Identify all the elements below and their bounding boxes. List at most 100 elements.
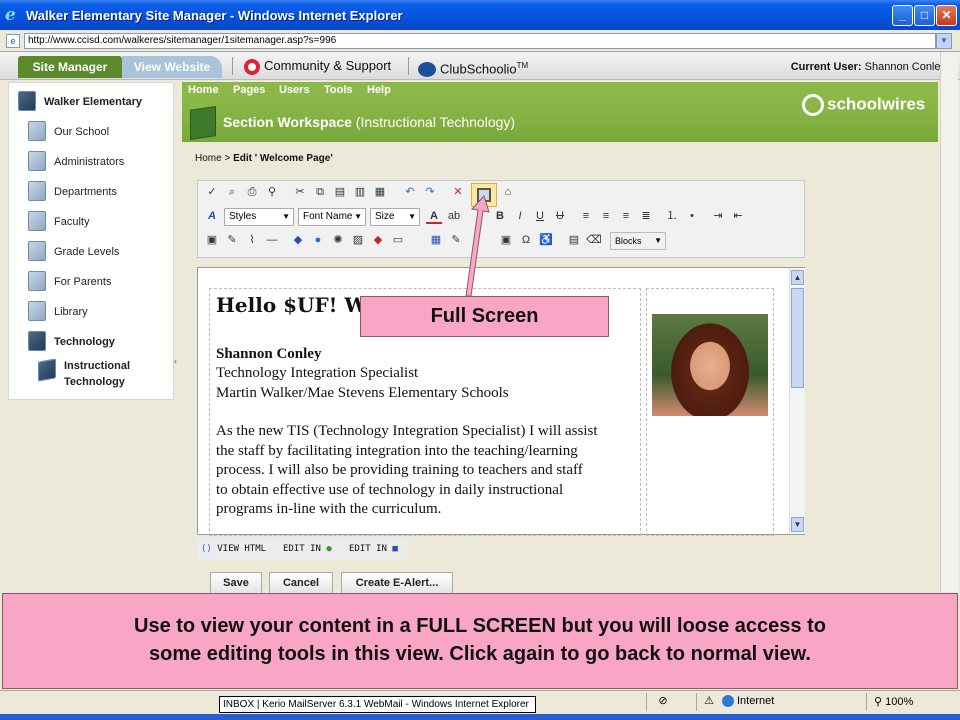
align-left-icon[interactable]: ≡ xyxy=(578,208,594,224)
redo-icon[interactable]: ↷ xyxy=(422,184,438,200)
blocks-select[interactable]: Blocks ▼ xyxy=(610,232,666,250)
eraser-icon[interactable]: ⌫ xyxy=(586,232,602,248)
undo-icon[interactable]: ↶ xyxy=(402,184,418,200)
size-select[interactable]: Size ▼ xyxy=(370,208,420,226)
callout-label: Full Screen xyxy=(360,296,609,337)
attach-icon[interactable]: ⌇ xyxy=(244,232,260,248)
breadcrumb-home[interactable]: Home xyxy=(195,153,222,164)
bio-schools: Martin Walker/Mae Stevens Elementary Sch… xyxy=(216,385,509,401)
url-field[interactable]: http://www.ccisd.com/walkeres/sitemanage… xyxy=(24,33,936,49)
strikethrough-icon[interactable]: U xyxy=(552,208,568,224)
window-title-bar[interactable]: e Walker Elementary Site Manager - Windo… xyxy=(0,0,960,30)
edit-in-dreamweaver-tab[interactable]: EDIT IN ● xyxy=(283,538,332,560)
align-center-icon[interactable]: ≡ xyxy=(598,208,614,224)
nav-users[interactable]: Users xyxy=(279,84,310,96)
edit-in-frontpage-tab[interactable]: EDIT IN ■ xyxy=(349,538,398,560)
image-map-icon[interactable]: ▣ xyxy=(498,232,514,248)
privacy-icon[interactable]: ⊘ xyxy=(656,694,670,708)
folder-icon xyxy=(28,211,46,231)
text-color-icon[interactable]: A xyxy=(426,208,442,224)
tab-view-website[interactable]: View Website xyxy=(122,56,222,78)
dropdown-arrow-icon: ▼ xyxy=(408,212,416,221)
sidebar-item-label: Departments xyxy=(54,186,117,198)
styles-select-value: Styles xyxy=(229,211,257,222)
cancel-button[interactable]: Cancel xyxy=(269,572,333,594)
security-icon[interactable]: ⚠ xyxy=(702,694,716,708)
template-insert-icon[interactable]: ▤ xyxy=(566,232,582,248)
taskbar-strip xyxy=(0,714,960,720)
nav-home[interactable]: Home xyxy=(188,84,219,96)
clubschoolio-link[interactable]: ClubSchoolioTM xyxy=(418,57,528,78)
style-icon[interactable]: A xyxy=(204,208,220,224)
edit-in-label: EDIT IN xyxy=(349,544,387,554)
delete-icon[interactable]: ✕ xyxy=(450,184,466,200)
globe-icon[interactable]: ● xyxy=(310,232,326,248)
accessibility-icon[interactable]: ♿ xyxy=(538,232,554,248)
community-support-link[interactable]: Community & Support xyxy=(244,57,391,75)
indent-icon[interactable]: ⇥ xyxy=(710,208,726,224)
preview-icon[interactable]: ⌕ xyxy=(224,184,240,200)
bio-paragraph-line: to obtain effective use of technology in… xyxy=(216,482,564,498)
scroll-down-icon[interactable]: ▼ xyxy=(791,517,804,532)
form-icon[interactable]: ▣ xyxy=(204,232,220,248)
sidebar-item-label: Walker Elementary xyxy=(44,96,143,108)
view-html-tab[interactable]: ⟨⟩ VIEW HTML xyxy=(201,538,266,560)
scroll-thumb[interactable] xyxy=(791,288,804,388)
page-scrollbar[interactable] xyxy=(940,52,958,592)
outdent-icon[interactable]: ⇤ xyxy=(730,208,746,224)
trademark-mark: TM xyxy=(516,61,529,70)
template-icon[interactable]: ⌂ xyxy=(500,184,516,200)
address-dropdown-button[interactable]: ▼ xyxy=(936,33,952,49)
spellcheck-icon[interactable]: ✓ xyxy=(204,184,220,200)
bullet-list-icon[interactable]: • xyxy=(684,208,700,224)
underline-icon[interactable]: U xyxy=(532,208,548,224)
collapse-sidebar-icon[interactable]: ‹ xyxy=(174,356,177,366)
paste-icon[interactable]: ▤ xyxy=(332,184,348,200)
image-icon[interactable]: ▨ xyxy=(350,232,366,248)
table-edit-icon[interactable]: ✎ xyxy=(448,232,464,248)
close-button[interactable]: ✕ xyxy=(936,5,957,26)
media-icon[interactable]: ✺ xyxy=(330,232,346,248)
maximize-button[interactable]: □ xyxy=(914,5,935,26)
paste-word-icon[interactable]: ▦ xyxy=(372,184,388,200)
justify-icon[interactable]: ≣ xyxy=(638,208,654,224)
cut-icon[interactable]: ✂ xyxy=(292,184,308,200)
nav-pages[interactable]: Pages xyxy=(233,84,265,96)
full-screen-button[interactable] xyxy=(471,183,497,207)
highlight-icon[interactable]: ab xyxy=(446,208,462,224)
minimize-button[interactable]: _ xyxy=(892,5,913,26)
link-icon[interactable]: ◆ xyxy=(290,232,306,248)
nav-tools[interactable]: Tools xyxy=(324,84,353,96)
copy-icon[interactable]: ⧉ xyxy=(312,184,328,200)
globe-icon xyxy=(722,695,734,708)
breadcrumb-current: Edit ' Welcome Page' xyxy=(233,153,333,164)
folder-open-icon xyxy=(28,331,46,351)
align-right-icon[interactable]: ≡ xyxy=(618,208,634,224)
editor-toolbar: ✓ ⌕ ⎙ ⚲ ✂ ⧉ ▤ ▥ ▦ ↶ ↷ ✕ ⌂ A Styles ▼ Font… xyxy=(197,180,805,258)
document-icon[interactable]: ▭ xyxy=(390,232,406,248)
nav-help[interactable]: Help xyxy=(367,84,391,96)
dreamweaver-icon: ● xyxy=(326,544,332,554)
taskbar-window-item[interactable]: INBOX | Kerio MailServer 6.3.1 WebMail -… xyxy=(219,696,536,713)
bio-paragraph-line: process. I will also be providing traini… xyxy=(216,462,583,478)
create-e-alert-button[interactable]: Create E-Alert... xyxy=(341,572,453,594)
print-icon[interactable]: ⎙ xyxy=(244,184,260,200)
table-icon[interactable]: ▦ xyxy=(428,232,444,248)
flash-icon[interactable]: ◆ xyxy=(370,232,386,248)
styles-select[interactable]: Styles ▼ xyxy=(224,208,294,226)
special-char-icon[interactable]: Ω xyxy=(518,232,534,248)
font-name-select[interactable]: Font Name ▼ xyxy=(298,208,366,226)
tab-site-manager[interactable]: Site Manager xyxy=(18,56,122,78)
zoom-level[interactable]: ⚲ 100% xyxy=(874,695,913,708)
save-button[interactable]: Save xyxy=(210,572,262,594)
find-icon[interactable]: ⚲ xyxy=(264,184,280,200)
bold-icon[interactable]: B xyxy=(492,208,508,224)
edit-icon[interactable]: ✎ xyxy=(224,232,240,248)
italic-icon[interactable]: I xyxy=(512,208,528,224)
paste-text-icon[interactable]: ▥ xyxy=(352,184,368,200)
horizontal-rule-icon[interactable]: — xyxy=(264,232,280,248)
editor-scrollbar[interactable]: ▲ ▼ xyxy=(789,268,805,534)
scroll-up-icon[interactable]: ▲ xyxy=(791,270,804,285)
numbered-list-icon[interactable]: ⒈ xyxy=(664,208,680,224)
clubschoolio-label: ClubSchoolio xyxy=(440,61,517,77)
